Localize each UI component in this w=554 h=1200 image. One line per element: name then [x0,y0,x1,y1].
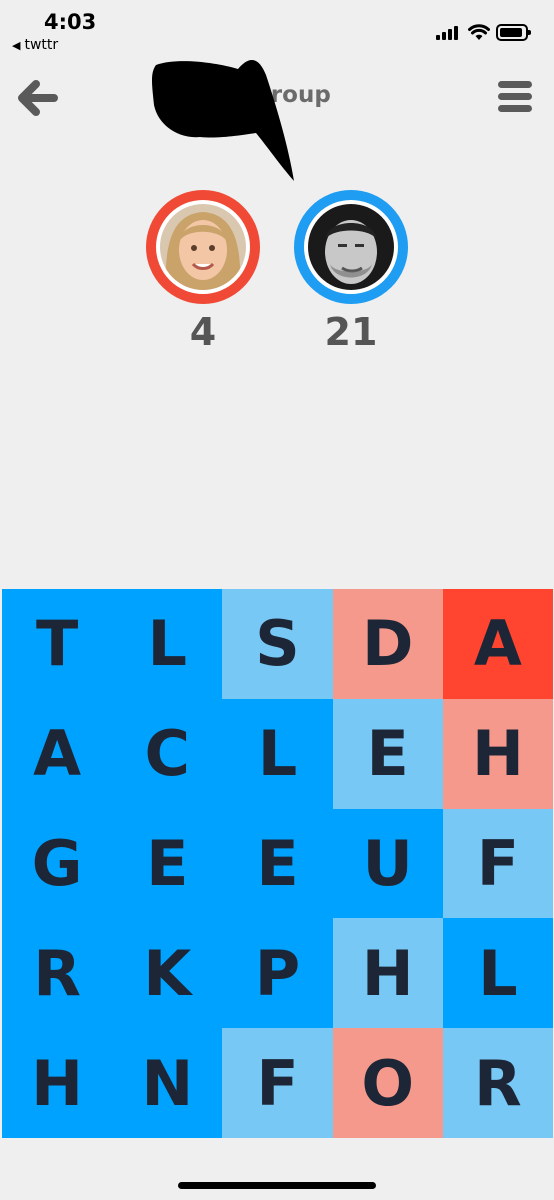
home-indicator[interactable] [178,1182,376,1189]
board-tile[interactable]: H [332,918,443,1029]
board-tile[interactable]: L [112,589,223,699]
board-tile[interactable]: A [442,589,553,699]
board-tile[interactable]: U [332,808,443,919]
board-tile[interactable]: A [2,698,113,809]
back-triangle-icon: ◀ [12,39,21,52]
board-tile[interactable]: G [2,808,113,919]
cellular-signal-icon [436,26,460,40]
board-tile[interactable]: K [112,918,223,1029]
hamburger-menu-icon[interactable] [496,78,536,116]
player-red-avatar[interactable] [146,190,260,304]
board-tile[interactable]: S [222,589,333,699]
board-tile[interactable]: T [2,589,113,699]
board-tile[interactable]: C [112,698,223,809]
player-red-score: 4 [189,310,217,354]
board-tile[interactable]: D [332,589,443,699]
player-red: 4 [146,190,260,354]
board-tile[interactable]: R [442,1028,553,1138]
board-tile[interactable]: O [332,1028,443,1138]
player-blue-avatar[interactable] [294,190,408,304]
player-blue-score: 21 [324,310,378,354]
battery-icon [496,24,531,41]
redaction-scribble [152,59,294,181]
status-time: 4:03 [44,10,97,34]
board-tile[interactable]: R [2,918,113,1029]
player-blue: 21 [294,190,408,354]
back-app-label: twttr [24,37,59,53]
board-tile[interactable]: H [2,1028,113,1138]
avatar-image [308,204,394,290]
board-tile[interactable]: L [222,698,333,809]
board-tile[interactable]: F [222,1028,333,1138]
back-to-app-link[interactable]: ◀ twttr [12,37,58,53]
board-tile[interactable]: N [112,1028,223,1138]
board-tile[interactable]: F [442,808,553,919]
avatar-image [160,204,246,290]
board-tile[interactable]: E [332,698,443,809]
letter-board: TLSDAACLEHGEEUFRKPHLHNFOR [2,589,553,1138]
board-tile[interactable]: E [222,808,333,919]
board-tile[interactable]: E [112,808,223,919]
board-tile[interactable]: P [222,918,333,1029]
status-bar: 4:03 ◀ twttr [0,0,554,60]
board-tile[interactable]: L [442,918,553,1029]
board-tile[interactable]: H [442,698,553,809]
wifi-icon [468,24,490,40]
